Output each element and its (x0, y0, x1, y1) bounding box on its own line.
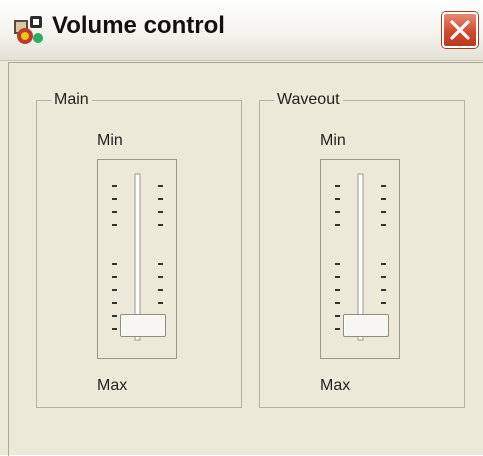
main-group-label: Main (51, 90, 92, 110)
waveout-min-label: Min (320, 132, 346, 149)
close-icon (450, 20, 470, 40)
main-max-label: Max (97, 377, 128, 394)
main-slider-thumb[interactable] (120, 314, 166, 337)
volume-control-window: Volume control Main Min Max Waveout Min … (0, 0, 483, 456)
title-bar[interactable]: Volume control (0, 0, 483, 61)
waveout-volume-slider[interactable] (320, 159, 400, 359)
waveout-group-label: Waveout (274, 90, 343, 110)
main-min-label: Min (97, 132, 123, 149)
speaker-mixer-icon (12, 14, 46, 48)
main-volume-slider[interactable] (97, 159, 177, 359)
waveout-volume-group: Waveout Min Max (259, 90, 465, 408)
waveout-slider-thumb[interactable] (343, 314, 389, 337)
close-button[interactable] (442, 12, 478, 48)
window-title: Volume control (52, 12, 225, 39)
main-volume-group: Main Min Max (36, 90, 242, 408)
waveout-max-label: Max (320, 377, 351, 394)
